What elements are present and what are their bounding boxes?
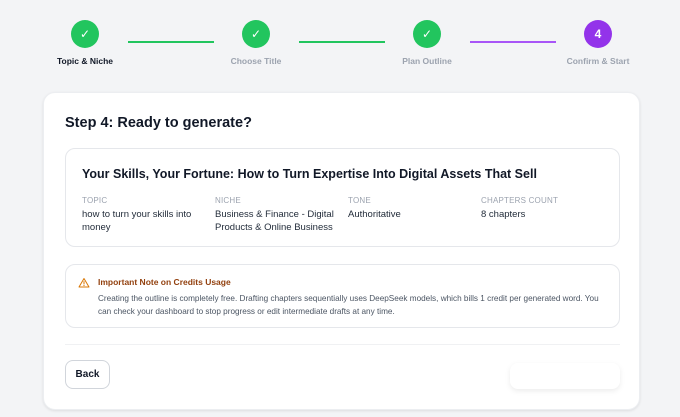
step-confirm-start: 4 Confirm & Start	[538, 20, 658, 66]
meta-value: 8 chapters	[481, 209, 526, 220]
meta-key: TONE	[348, 196, 371, 205]
book-title: Your Skills, Your Fortune: How to Turn E…	[82, 167, 537, 181]
start-button[interactable]	[510, 363, 620, 389]
divider	[65, 344, 620, 345]
meta-key: TOPIC	[82, 196, 108, 205]
step-choose-title[interactable]: ✓ Choose Title	[196, 20, 316, 66]
step-label: Confirm & Start	[566, 56, 630, 66]
check-icon: ✓	[413, 20, 441, 48]
step-number: 4	[584, 20, 612, 48]
meta-value: Authoritative	[348, 209, 401, 220]
note-title: Important Note on Credits Usage	[98, 277, 231, 287]
meta-value: Business & Finance - Digital Products & …	[215, 209, 334, 233]
step-plan-outline[interactable]: ✓ Plan Outline	[367, 20, 487, 66]
back-button[interactable]: Back	[65, 360, 110, 389]
step-topic-niche[interactable]: ✓ Topic & Niche	[25, 20, 145, 66]
meta-key: CHAPTERS COUNT	[481, 196, 559, 205]
book-summary: Your Skills, Your Fortune: How to Turn E…	[65, 148, 620, 247]
meta-tone: TONE Authoritative	[348, 196, 476, 221]
meta-topic: TOPIC how to turn your skills into money	[82, 196, 210, 234]
step-label: Plan Outline	[402, 56, 452, 66]
step-label: Topic & Niche	[56, 56, 114, 66]
note-body: Creating the outline is completely free.…	[98, 294, 599, 316]
warning-triangle-icon	[78, 278, 90, 288]
credits-note: Important Note on Credits Usage Creating…	[65, 264, 620, 328]
meta-key: NICHE	[215, 196, 241, 205]
check-icon: ✓	[71, 20, 99, 48]
card-title: Step 4: Ready to generate?	[65, 115, 252, 131]
meta-niche: NICHE Business & Finance - Digital Produ…	[215, 196, 343, 234]
progress-stepper: ✓ Topic & Niche ✓ Choose Title ✓ Plan Ou…	[0, 0, 680, 80]
confirm-card: Step 4: Ready to generate? Your Skills, …	[43, 92, 640, 410]
meta-chapters: CHAPTERS COUNT 8 chapters	[481, 196, 609, 221]
check-icon: ✓	[242, 20, 270, 48]
meta-value: how to turn your skills into money	[82, 209, 192, 233]
step-label: Choose Title	[230, 56, 282, 66]
